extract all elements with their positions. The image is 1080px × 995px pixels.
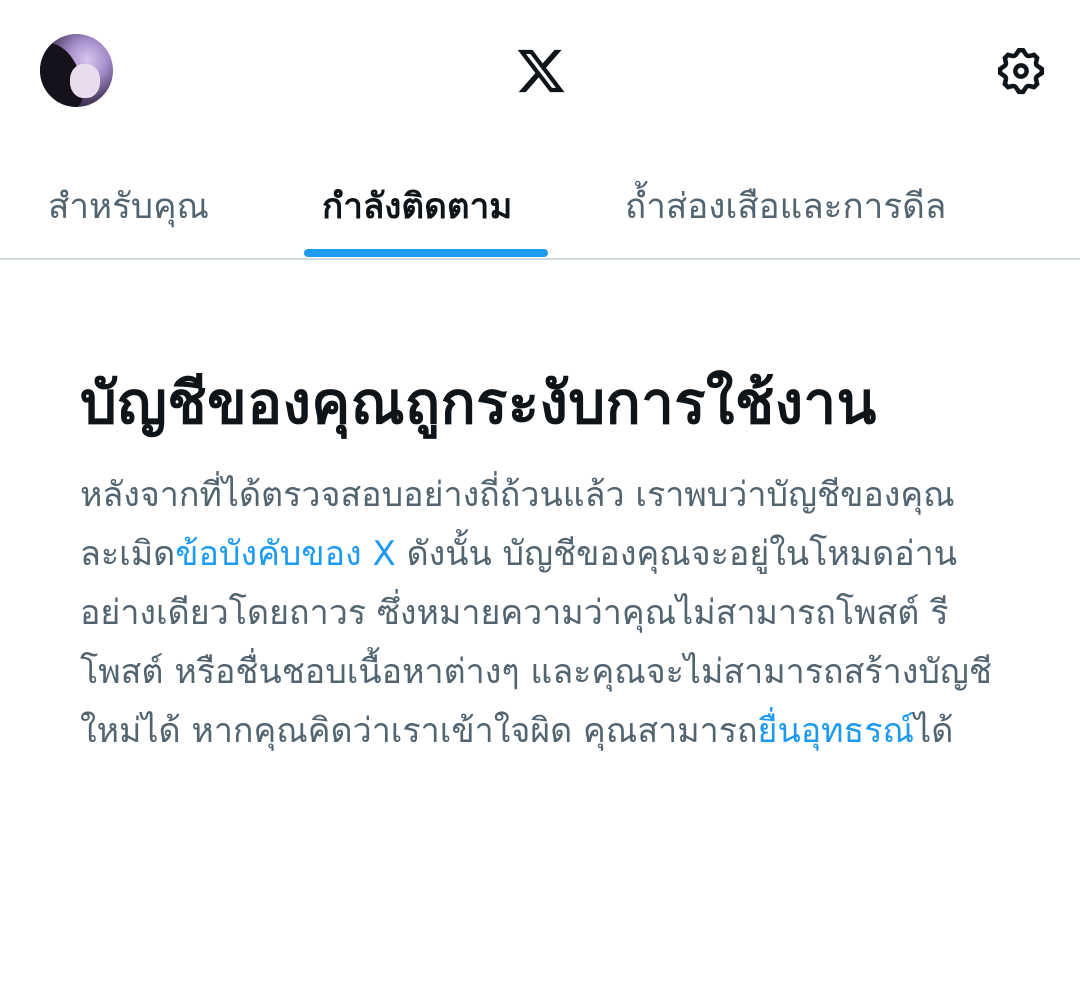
appeal-link[interactable]: ยื่นอุทธรณ์ [758, 711, 915, 751]
gear-icon[interactable] [994, 44, 1048, 98]
tab-following[interactable]: กำลังติดตาม [322, 185, 512, 229]
x-logo-icon [517, 49, 565, 93]
user-avatar[interactable] [40, 34, 113, 107]
suspension-notice: บัญชีของคุณถูกระงับการใช้งาน หลังจากที่ไ… [80, 358, 1010, 761]
top-bar [0, 0, 1080, 145]
notice-body: หลังจากที่ได้ตรวจสอบอย่างถี่ถ้วนแล้ว เรา… [80, 466, 1010, 761]
tab-for-you[interactable]: สำหรับคุณ [48, 185, 209, 229]
tab-deals-community[interactable]: ถ้ำส่องเสือและการดีล [625, 185, 946, 229]
avatar-face [70, 64, 100, 98]
active-tab-indicator [304, 249, 548, 257]
notice-title: บัญชีของคุณถูกระงับการใช้งาน [80, 369, 877, 437]
notice-body-text-3: ได้ [914, 711, 954, 751]
timeline-tabs: สำหรับคุณ กำลังติดตาม ถ้ำส่องเสือและการด… [0, 145, 1080, 260]
rules-link[interactable]: ข้อบังคับของ X [175, 534, 396, 574]
